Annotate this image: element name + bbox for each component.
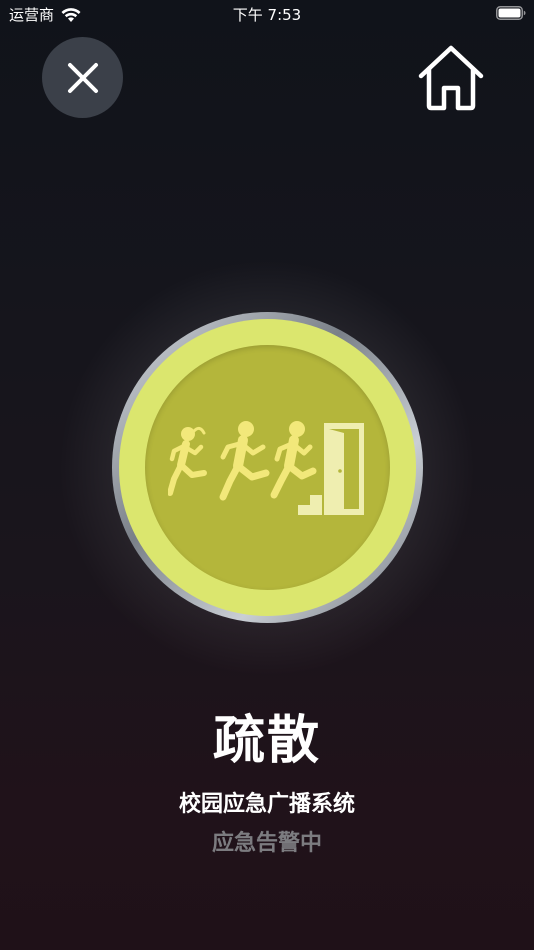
alarm-outer-ring	[119, 319, 416, 616]
status-bar: 运营商 下午 7:53	[0, 0, 534, 28]
alarm-status-text: 应急告警中	[211, 831, 322, 856]
close-button[interactable]	[42, 37, 123, 118]
home-button[interactable]	[416, 42, 486, 112]
evacuation-alarm-button[interactable]	[112, 312, 423, 623]
clock: 下午 7:53	[232, 6, 302, 24]
evacuation-icon	[167, 420, 364, 515]
system-name: 校园应急广播系统	[178, 792, 355, 817]
battery-icon	[496, 6, 526, 20]
close-icon	[67, 62, 98, 93]
alarm-inner-circle	[145, 345, 390, 590]
home-icon	[418, 45, 484, 111]
alarm-title: 疏散	[212, 711, 321, 771]
